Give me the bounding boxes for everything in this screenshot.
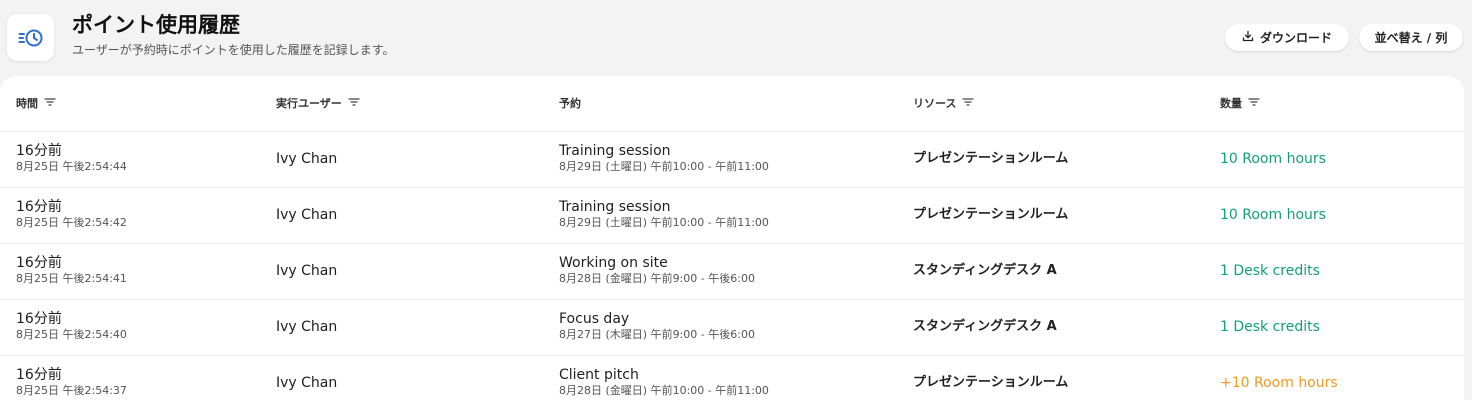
reservation-schedule: 8月27日 (木曜日) 午前9:00 - 午後6:00 <box>559 328 755 341</box>
amount-value: 1 Desk credits <box>1220 319 1320 335</box>
reservation-schedule: 8月29日 (土曜日) 午前10:00 - 午前11:00 <box>559 216 769 229</box>
relative-time: 16分前 <box>16 255 62 271</box>
user-name: Ivy Chan <box>276 151 338 167</box>
download-icon <box>1242 30 1254 45</box>
table-row[interactable]: 16分前 8月25日 午後2:54:37 Ivy Chan Client pit… <box>0 356 1464 400</box>
relative-time: 16分前 <box>16 367 62 383</box>
filter-icon[interactable] <box>962 97 975 111</box>
download-label: ダウンロード <box>1259 31 1332 45</box>
resource-name: プレゼンテーションルーム <box>913 151 1069 166</box>
reservation-cell: Focus day 8月27日 (木曜日) 午前9:00 - 午後6:00 <box>559 311 755 342</box>
user-name: Ivy Chan <box>276 375 338 391</box>
time-cell: 16分前 8月25日 午後2:54:42 <box>16 199 127 230</box>
user-name: Ivy Chan <box>276 319 338 335</box>
reservation-cell: Working on site 8月28日 (金曜日) 午前9:00 - 午後6… <box>559 255 755 286</box>
reservation-title: Training session <box>559 143 671 159</box>
column-header-time[interactable]: 時間 <box>16 97 56 111</box>
history-table: 時間 実行ユーザー 予約 リソース 数量 16分前 8月25日 午後2:54:4… <box>0 76 1464 400</box>
history-list-icon <box>7 14 54 61</box>
sort-columns-label: 並べ替え / 列 <box>1374 31 1448 45</box>
reservation-title: Focus day <box>559 311 630 327</box>
filter-icon[interactable] <box>44 97 56 111</box>
table-row[interactable]: 16分前 8月25日 午後2:54:44 Ivy Chan Training s… <box>0 132 1464 188</box>
time-cell: 16分前 8月25日 午後2:54:37 <box>16 367 127 398</box>
reservation-title: Working on site <box>559 255 668 271</box>
timestamp: 8月25日 午後2:54:37 <box>16 384 127 397</box>
download-button[interactable]: ダウンロード <box>1225 24 1349 51</box>
timestamp: 8月25日 午後2:54:41 <box>16 272 127 285</box>
resource-name: プレゼンテーションルーム <box>913 375 1069 390</box>
table-header: 時間 実行ユーザー 予約 リソース 数量 <box>0 76 1464 132</box>
resource-name: プレゼンテーションルーム <box>913 207 1069 222</box>
time-cell: 16分前 8月25日 午後2:54:41 <box>16 255 127 286</box>
relative-time: 16分前 <box>16 199 62 215</box>
page-subtitle: ユーザーが予約時にポイントを使用した履歴を記録します。 <box>72 43 395 57</box>
sort-columns-button[interactable]: 並べ替え / 列 <box>1359 24 1463 51</box>
column-header-resource[interactable]: リソース <box>913 97 975 111</box>
resource-name: スタンディングデスク A <box>913 319 1057 334</box>
table-row[interactable]: 16分前 8月25日 午後2:54:41 Ivy Chan Working on… <box>0 244 1464 300</box>
reservation-title: Training session <box>559 199 671 215</box>
reservation-cell: Training session 8月29日 (土曜日) 午前10:00 - 午… <box>559 199 769 230</box>
page-header: ポイント使用履歴 ユーザーが予約時にポイントを使用した履歴を記録します。 ダウン… <box>0 0 1472 76</box>
amount-value: 10 Room hours <box>1220 207 1326 223</box>
amount-value: 1 Desk credits <box>1220 263 1320 279</box>
time-cell: 16分前 8月25日 午後2:54:44 <box>16 143 127 174</box>
column-header-amount[interactable]: 数量 <box>1220 97 1260 111</box>
reservation-cell: Client pitch 8月28日 (金曜日) 午前10:00 - 午前11:… <box>559 367 769 398</box>
reservation-schedule: 8月28日 (金曜日) 午前9:00 - 午後6:00 <box>559 272 755 285</box>
relative-time: 16分前 <box>16 311 62 327</box>
timestamp: 8月25日 午後2:54:42 <box>16 216 127 229</box>
table-row[interactable]: 16分前 8月25日 午後2:54:40 Ivy Chan Focus day … <box>0 300 1464 356</box>
amount-value: 10 Room hours <box>1220 151 1326 167</box>
page-title: ポイント使用履歴 <box>72 13 240 37</box>
user-name: Ivy Chan <box>276 263 338 279</box>
filter-icon[interactable] <box>1248 97 1260 111</box>
reservation-schedule: 8月28日 (金曜日) 午前10:00 - 午前11:00 <box>559 384 769 397</box>
relative-time: 16分前 <box>16 143 62 159</box>
amount-value: +10 Room hours <box>1220 375 1338 391</box>
user-name: Ivy Chan <box>276 207 338 223</box>
table-row[interactable]: 16分前 8月25日 午後2:54:42 Ivy Chan Training s… <box>0 188 1464 244</box>
reservation-schedule: 8月29日 (土曜日) 午前10:00 - 午前11:00 <box>559 160 769 173</box>
reservation-title: Client pitch <box>559 367 639 383</box>
resource-name: スタンディングデスク A <box>913 263 1057 278</box>
time-cell: 16分前 8月25日 午後2:54:40 <box>16 311 127 342</box>
reservation-cell: Training session 8月29日 (土曜日) 午前10:00 - 午… <box>559 143 769 174</box>
timestamp: 8月25日 午後2:54:44 <box>16 160 127 173</box>
filter-icon[interactable] <box>348 97 360 111</box>
column-header-user[interactable]: 実行ユーザー <box>276 97 360 111</box>
column-header-reservation[interactable]: 予約 <box>559 97 581 111</box>
timestamp: 8月25日 午後2:54:40 <box>16 328 127 341</box>
